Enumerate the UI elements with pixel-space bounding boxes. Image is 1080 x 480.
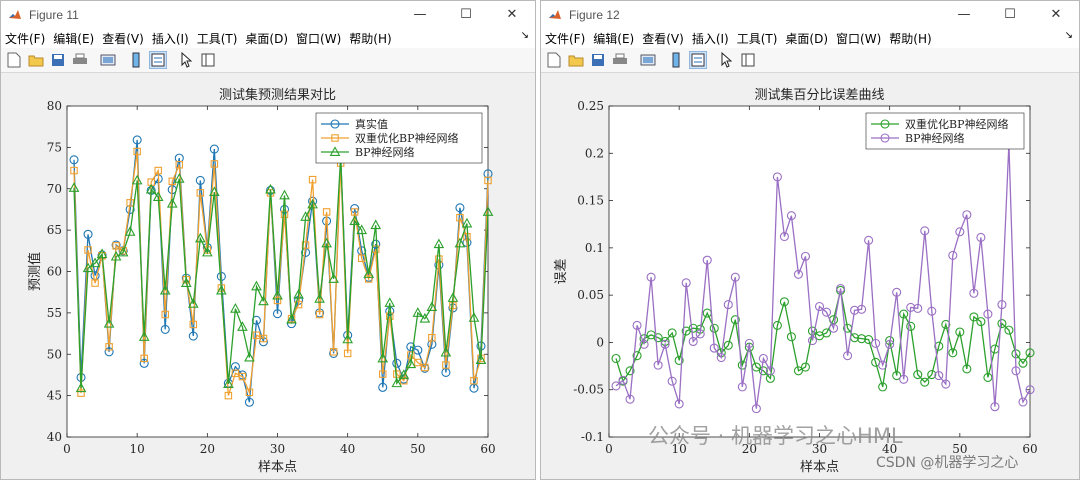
menu-insert[interactable]: 插入(I) <box>688 30 733 47</box>
title-bar[interactable]: Figure 11 — ☐ ✕ <box>1 1 535 28</box>
maximize-icon[interactable]: ☐ <box>443 1 489 28</box>
menu-tools[interactable]: 工具(T) <box>193 30 242 47</box>
x-axis-label: 样本点 <box>258 460 297 475</box>
insert-legend-icon[interactable] <box>689 51 707 69</box>
link-plot-icon[interactable] <box>99 51 117 69</box>
y-tick-label: 70 <box>47 182 62 196</box>
figure-window-2[interactable]: Figure 12 — ☐ ✕ 文件(F) 编辑(E) 查看(V) 插入(I) … <box>540 0 1080 480</box>
new-figure-icon[interactable] <box>5 51 23 69</box>
menu-desktop[interactable]: 桌面(D) <box>781 30 832 47</box>
x-tick-label: 0 <box>605 442 613 456</box>
x-tick-label: 50 <box>410 442 425 456</box>
window-title: Figure 12 <box>569 7 620 22</box>
insert-colorbar-icon[interactable] <box>127 51 145 69</box>
y-tick-label: 0.25 <box>577 99 604 113</box>
watermark-csdn: CSDN @机器学习之心 <box>876 455 1019 471</box>
menu-window[interactable]: 窗口(W) <box>292 30 345 47</box>
chart-title: 测试集预测结果对比 <box>219 87 336 103</box>
figure-canvas[interactable]: 测试集百分比误差曲线 0 10 20 30 40 50 60 -0.1 -0.05 0 0.05 0.1… <box>541 73 1079 479</box>
matlab-app-icon <box>549 9 561 19</box>
menu-window[interactable]: 窗口(W) <box>832 30 885 47</box>
minimize-icon[interactable]: — <box>941 1 987 28</box>
toolbar <box>1 48 535 73</box>
figure-window-1[interactable]: Figure 11 — ☐ ✕ 文件(F) 编辑(E) 查看(V) 插入(I) … <box>0 0 536 480</box>
menu-insert[interactable]: 插入(I) <box>148 30 193 47</box>
y-tick-label: 40 <box>47 430 62 444</box>
menu-help[interactable]: 帮助(H) <box>345 30 395 47</box>
y-tick-label: 75 <box>47 140 62 154</box>
y-tick-label: -0.1 <box>581 430 604 444</box>
y-tick-label: 55 <box>47 306 62 320</box>
matlab-app-icon <box>9 9 21 19</box>
insert-colorbar-icon[interactable] <box>667 51 685 69</box>
y-tick-label: 0.2 <box>585 146 604 160</box>
y-tick-label: 50 <box>47 347 62 361</box>
x-tick-label: 30 <box>270 442 285 456</box>
y-tick-label: 45 <box>47 389 62 403</box>
insert-legend-icon[interactable] <box>149 51 167 69</box>
legend-label-0: 双重优化BP神经网络 <box>905 117 1008 131</box>
menu-help[interactable]: 帮助(H) <box>885 30 935 47</box>
x-tick-label: 20 <box>200 442 215 456</box>
prediction-comparison-chart: 测试集预测结果对比 0 10 20 30 40 50 60 40 45 50 55 60 65 70 75 80… <box>27 87 496 475</box>
x-tick-label: 10 <box>130 442 145 456</box>
toolbar <box>541 48 1079 73</box>
y-tick-label: 0.1 <box>585 241 604 255</box>
open-file-icon[interactable] <box>567 51 585 69</box>
x-axis-label: 样本点 <box>800 460 839 475</box>
menu-file[interactable]: 文件(F) <box>1 30 49 47</box>
y-axis-label: 误差 <box>554 258 569 284</box>
menu-bar: 文件(F) 编辑(E) 查看(V) 插入(I) 工具(T) 桌面(D) 窗口(W… <box>1 28 535 48</box>
close-icon[interactable]: ✕ <box>1033 1 1079 28</box>
y-tick-label: 0.05 <box>577 288 604 302</box>
new-figure-icon[interactable] <box>545 51 563 69</box>
property-inspector-icon[interactable] <box>739 51 757 69</box>
menu-view[interactable]: 查看(V) <box>638 30 688 47</box>
y-tick-label: 80 <box>47 99 62 113</box>
x-tick-label: 40 <box>340 442 355 456</box>
plot-area <box>608 105 1031 438</box>
percentage-error-chart: 测试集百分比误差曲线0 10 20 30 40 50 60-0.1-0.0500.050.1… <box>554 87 1038 475</box>
y-tick-label: 65 <box>47 223 62 237</box>
close-icon[interactable]: ✕ <box>489 1 535 28</box>
x-tick-label: 60 <box>480 442 495 456</box>
menu-edit[interactable]: 编辑(E) <box>589 30 638 47</box>
open-file-icon[interactable] <box>27 51 45 69</box>
menu-file[interactable]: 文件(F) <box>541 30 589 47</box>
y-tick-label: -0.05 <box>573 383 604 397</box>
figure-canvas[interactable]: 测试集预测结果对比 0 10 20 30 40 50 60 40 45 50 55 60 65 70 75 80… <box>1 73 535 479</box>
menu-tools[interactable]: 工具(T) <box>733 30 782 47</box>
menu-view[interactable]: 查看(V) <box>98 30 148 47</box>
menu-edit[interactable]: 编辑(E) <box>49 30 98 47</box>
chart-title: 测试集百分比误差曲线 <box>754 87 884 103</box>
property-inspector-icon[interactable] <box>199 51 217 69</box>
dock-arrow-icon[interactable]: ↘ <box>521 30 529 41</box>
menu-bar: 文件(F) 编辑(E) 查看(V) 插入(I) 工具(T) 桌面(D) 窗口(W… <box>541 28 1079 48</box>
y-tick-label: 0 <box>596 335 604 349</box>
legend-label-0: 真实值 <box>355 117 388 131</box>
maximize-icon[interactable]: ☐ <box>987 1 1033 28</box>
legend-label-2: BP神经网络 <box>355 145 415 159</box>
save-icon[interactable] <box>49 51 67 69</box>
x-tick-label: 0 <box>63 442 71 456</box>
x-tick-label: 60 <box>1022 442 1037 456</box>
legend-label-1: BP神经网络 <box>905 131 965 145</box>
menu-desktop[interactable]: 桌面(D) <box>241 30 292 47</box>
minimize-icon[interactable]: — <box>397 1 443 28</box>
edit-plot-icon[interactable] <box>717 51 735 69</box>
dock-arrow-icon[interactable]: ↘ <box>1065 30 1073 41</box>
window-title: Figure 11 <box>29 7 79 22</box>
save-icon[interactable] <box>589 51 607 69</box>
watermark-wechat: 公众号 · 机器学习之心HML <box>648 424 903 448</box>
edit-plot-icon[interactable] <box>177 51 195 69</box>
title-bar[interactable]: Figure 12 — ☐ ✕ <box>541 1 1079 28</box>
link-plot-icon[interactable] <box>639 51 657 69</box>
print-icon[interactable] <box>611 51 629 69</box>
y-tick-label: 0.15 <box>577 194 604 208</box>
legend-label-1: 双重优化BP神经网络 <box>355 131 458 145</box>
y-axis-label: 预测值 <box>27 252 43 291</box>
y-tick-label: 60 <box>47 265 62 279</box>
print-icon[interactable] <box>71 51 89 69</box>
